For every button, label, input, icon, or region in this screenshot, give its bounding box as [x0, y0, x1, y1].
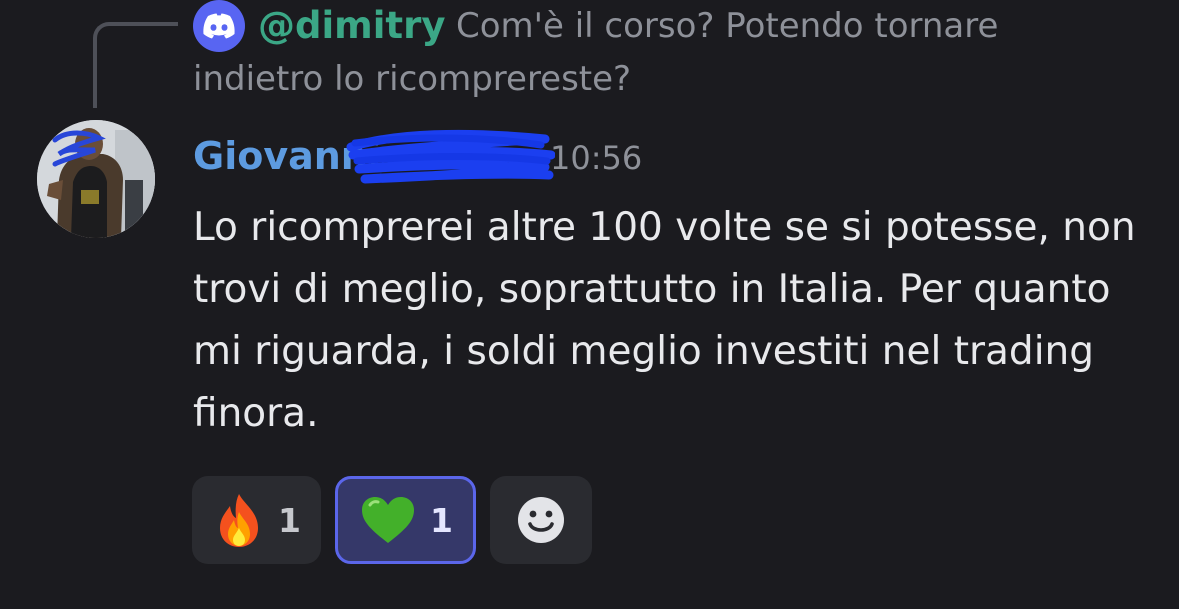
- reaction-green-heart[interactable]: 1: [334, 476, 476, 564]
- reaction-fire[interactable]: 1: [192, 476, 321, 564]
- avatar[interactable]: [37, 120, 155, 238]
- replied-author-name[interactable]: @dimitry: [258, 0, 445, 52]
- fire-emoji: [220, 494, 258, 547]
- reply-connector-line: [93, 22, 178, 108]
- avatar-photo: [37, 120, 155, 238]
- reaction-count: 1: [278, 500, 301, 540]
- chat-message: Com'è il corso? Potendo tornare indietro…: [0, 0, 1179, 609]
- reaction-count: 1: [429, 500, 453, 540]
- add-reaction-button[interactable]: [489, 476, 592, 564]
- reactions-bar: 1 1: [192, 476, 592, 564]
- green-heart-emoji: [361, 497, 414, 543]
- message-timestamp[interactable]: 10:56: [550, 130, 642, 186]
- smiley-icon: [517, 497, 564, 543]
- redaction-scribble: [345, 125, 556, 185]
- message-content: Lo ricomprerei altre 100 volte se si pot…: [193, 205, 1136, 436]
